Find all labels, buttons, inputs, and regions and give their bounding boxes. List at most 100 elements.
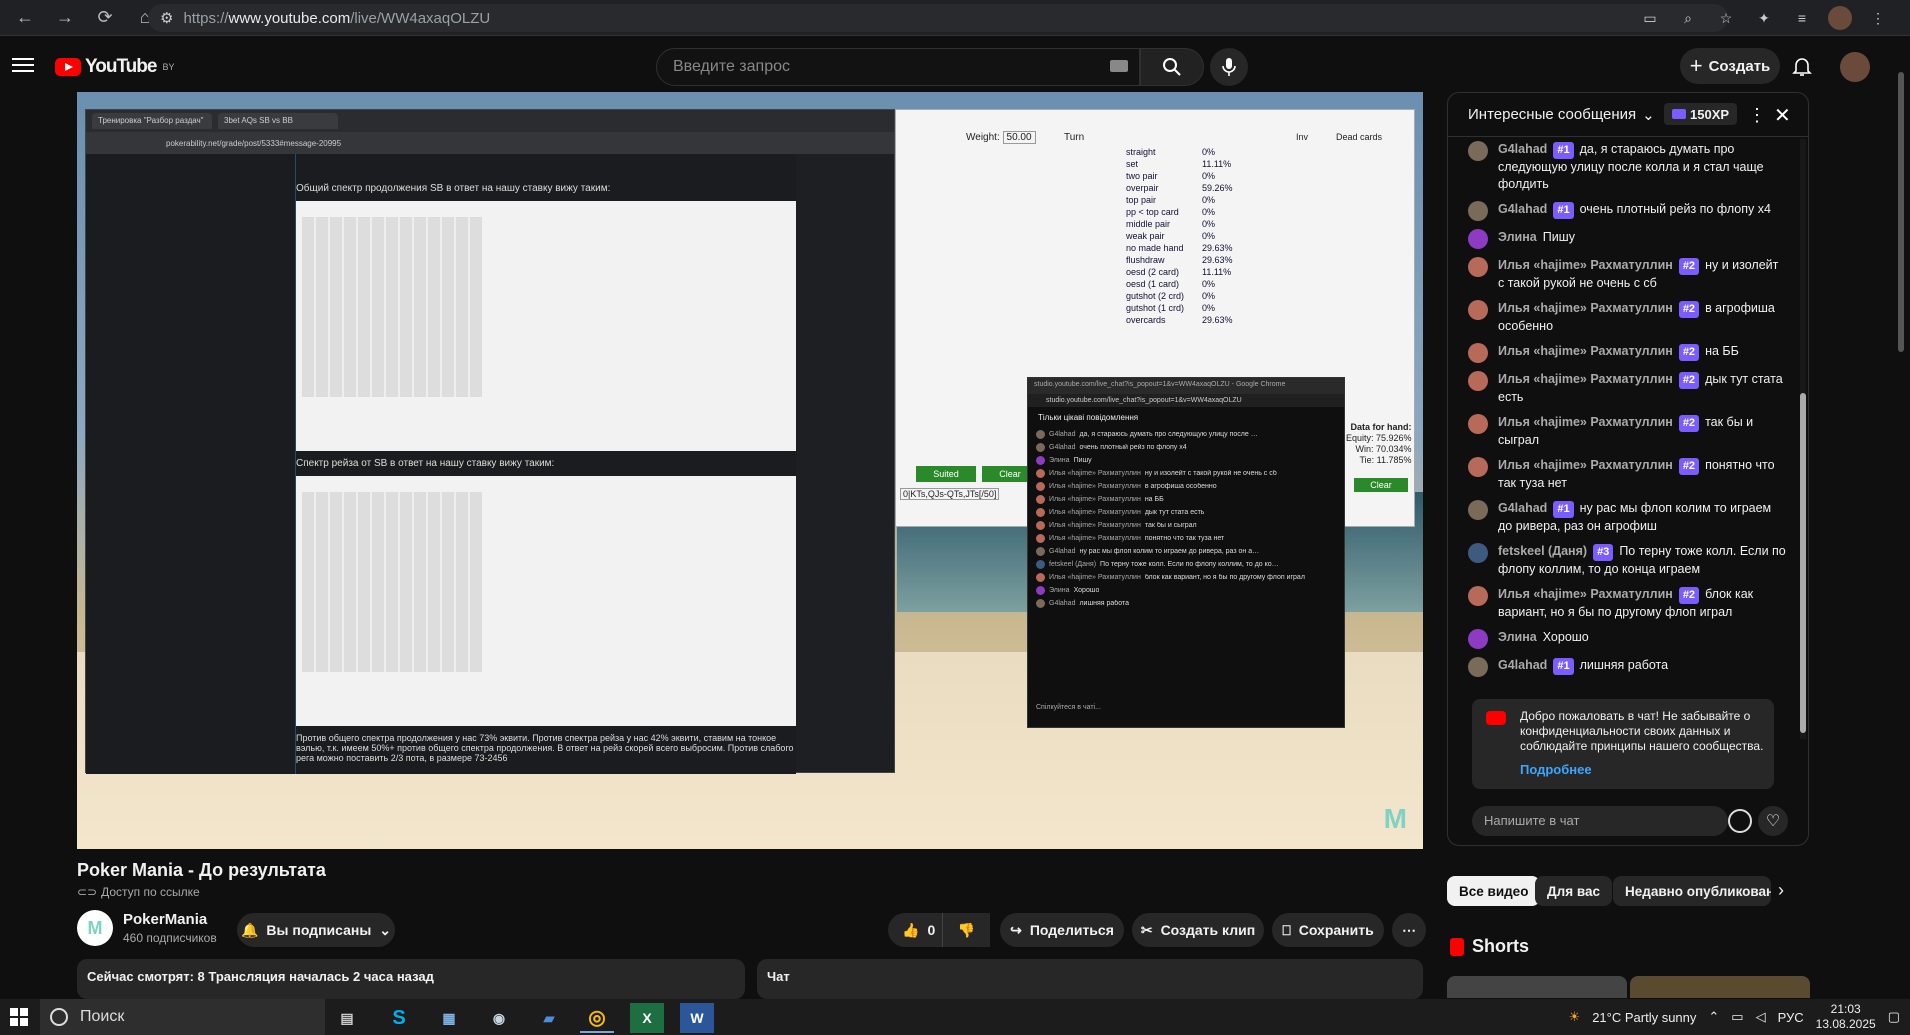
popout-text: понятно что так туза нет — [1144, 535, 1225, 542]
hamburger-menu-icon[interactable] — [12, 54, 34, 72]
bell-icon: 🔔 — [240, 921, 259, 938]
forward-icon[interactable]: → — [50, 3, 80, 33]
chat-input[interactable]: Напишите в чат — [1472, 806, 1728, 836]
youtube-logo[interactable]: YouTube BY — [55, 56, 174, 78]
chat-author-avatar[interactable] — [1468, 343, 1488, 363]
search-input[interactable]: Введите запрос — [656, 48, 1140, 86]
windows-start-icon[interactable] — [6, 1004, 32, 1030]
address-bar[interactable]: ⚙ https://www.youtube.com/live/WW4axaqOL… — [148, 4, 1728, 32]
learn-more-link[interactable]: Подробнее — [1520, 762, 1764, 777]
short-thumbnail-1[interactable] — [1447, 976, 1627, 998]
chat-author-avatar[interactable] — [1468, 500, 1488, 520]
chevron-up-icon[interactable]: ⌃ — [1708, 1009, 1719, 1025]
chat-scrollbar[interactable] — [1800, 393, 1806, 733]
chat-author-name[interactable]: G4lahad — [1498, 658, 1547, 672]
chat-more-icon[interactable]: ⋮ — [1748, 105, 1766, 126]
app-icon[interactable]: ▰ — [532, 1003, 566, 1033]
description-box[interactable]: Сейчас смотрят: 8 Трансляция началась 2 … — [77, 959, 745, 999]
back-icon[interactable]: ← — [10, 3, 40, 33]
chat-author-avatar[interactable] — [1468, 629, 1488, 649]
chat-author-name[interactable]: Элина — [1498, 230, 1537, 244]
chat-message: fetskeel (Даня) #3 По терну тоже колл. Есл… — [1468, 539, 1788, 582]
subscribed-button[interactable]: 🔔 Вы подписаны ⌄ — [237, 913, 395, 947]
search-button[interactable] — [1140, 48, 1204, 86]
site-info-icon[interactable]: ⚙ — [160, 9, 173, 27]
chat-author-name[interactable]: fetskeel (Даня) — [1498, 544, 1587, 558]
membership-icon — [1672, 109, 1686, 119]
close-icon[interactable]: ✕ — [1774, 103, 1791, 128]
create-clip-button[interactable]: ✂ Создать клип — [1132, 913, 1264, 947]
chat-author-name[interactable]: Илья «hajime» Рахматуллин — [1498, 301, 1673, 315]
chat-author-name[interactable]: Илья «hajime» Рахматуллин — [1498, 372, 1673, 386]
chrome-icon[interactable]: ◎ — [580, 1003, 614, 1033]
chip-all-videos[interactable]: Все видео — [1447, 876, 1541, 906]
chat-author-avatar[interactable] — [1468, 257, 1488, 277]
language-indicator[interactable]: РУС — [1778, 1010, 1804, 1025]
notifications-icon[interactable]: ▢ — [1888, 1009, 1900, 1025]
chat-author-avatar[interactable] — [1468, 414, 1488, 434]
steam-icon[interactable]: ◉ — [482, 1003, 516, 1033]
chevron-down-icon[interactable]: ⌄ — [1642, 106, 1655, 124]
video-player[interactable]: Тренировка "Разбор раздач" 3bet AQs SB v… — [77, 92, 1423, 849]
emoji-icon[interactable] — [1728, 809, 1752, 833]
menu-icon[interactable]: ⋮ — [1866, 6, 1890, 30]
chat-author-name[interactable]: Илья «hajime» Рахматуллин — [1498, 458, 1673, 472]
chat-author-avatar[interactable] — [1468, 201, 1488, 221]
chat-author-avatar[interactable] — [1468, 300, 1488, 320]
dislike-button[interactable]: 👎 — [942, 913, 990, 947]
extensions-icon[interactable]: ✦ — [1752, 6, 1776, 30]
chat-mode-selector[interactable]: Интересные сообщения — [1468, 106, 1636, 123]
chat-author-name[interactable]: Элина — [1498, 630, 1537, 644]
account-avatar[interactable] — [1840, 52, 1870, 82]
xp-badge[interactable]: 150XP — [1664, 103, 1738, 125]
heart-icon[interactable]: ♡ — [1758, 806, 1788, 836]
zoom-icon[interactable]: ⌕ — [1676, 6, 1700, 30]
bookmark-star-icon[interactable]: ☆ — [1714, 6, 1738, 30]
chat-author-name[interactable]: G4lahad — [1498, 142, 1547, 156]
chat-author-avatar[interactable] — [1468, 141, 1488, 161]
notifications-bell-icon[interactable] — [1790, 54, 1814, 78]
page-scrollbar[interactable] — [1898, 72, 1904, 352]
weather-text[interactable]: 21°C Partly sunny — [1592, 1010, 1696, 1025]
calculator-icon[interactable]: ▦ — [432, 1003, 466, 1033]
network-icon[interactable]: ▭ — [1731, 1009, 1743, 1025]
reload-icon[interactable]: ⟳ — [90, 3, 120, 33]
chat-author-name[interactable]: Илья «hajime» Рахматуллин — [1498, 344, 1673, 358]
chat-author-avatar[interactable] — [1468, 229, 1488, 249]
chip-for-you[interactable]: Для вас — [1535, 876, 1612, 906]
volume-icon[interactable]: ◁ — [1756, 1009, 1766, 1025]
chat-section-box[interactable]: Чат — [757, 959, 1423, 999]
chat-author-name[interactable]: Илья «hajime» Рахматуллин — [1498, 587, 1673, 601]
hand-category-pct: 0% — [1202, 195, 1216, 205]
voice-search-button[interactable] — [1210, 48, 1248, 86]
chat-author-avatar[interactable] — [1468, 543, 1488, 563]
create-button[interactable]: + Создать — [1680, 48, 1780, 84]
video-title: Poker Mania - До результата — [77, 860, 326, 880]
media-icon[interactable]: ≡ — [1790, 6, 1814, 30]
chat-author-name[interactable]: G4lahad — [1498, 202, 1547, 216]
excel-icon[interactable]: X — [630, 1003, 664, 1033]
chat-author-avatar[interactable] — [1468, 371, 1488, 391]
chat-author-name[interactable]: G4lahad — [1498, 501, 1547, 515]
save-button[interactable]: ⎕ Сохранить — [1272, 913, 1384, 947]
short-thumbnail-2[interactable] — [1630, 976, 1810, 998]
install-icon[interactable]: ▭ — [1638, 6, 1662, 30]
chip-recent[interactable]: Недавно опубликованн — [1613, 876, 1771, 906]
channel-avatar[interactable]: M — [77, 910, 113, 946]
word-icon[interactable]: W — [680, 1003, 714, 1033]
share-button[interactable]: ↪ Поделиться — [1000, 913, 1124, 947]
clock[interactable]: 21:03 13.08.2025 — [1816, 1002, 1876, 1032]
keyboard-icon[interactable] — [1110, 60, 1128, 72]
channel-name[interactable]: PokerMania — [123, 911, 207, 928]
chat-author-name[interactable]: Илья «hajime» Рахматуллин — [1498, 258, 1673, 272]
skype-icon[interactable]: S — [382, 1003, 416, 1033]
more-actions-button[interactable]: ⋯ — [1392, 913, 1426, 947]
profile-icon[interactable] — [1828, 6, 1852, 30]
task-view-icon[interactable]: ▤ — [330, 1003, 364, 1033]
chat-author-avatar[interactable] — [1468, 657, 1488, 677]
chat-author-avatar[interactable] — [1468, 457, 1488, 477]
taskbar-search[interactable]: Поиск — [40, 999, 325, 1035]
chat-author-name[interactable]: Илья «hajime» Рахматуллин — [1498, 415, 1673, 429]
chat-author-avatar[interactable] — [1468, 586, 1488, 606]
chevron-right-icon[interactable]: › — [1778, 880, 1784, 901]
